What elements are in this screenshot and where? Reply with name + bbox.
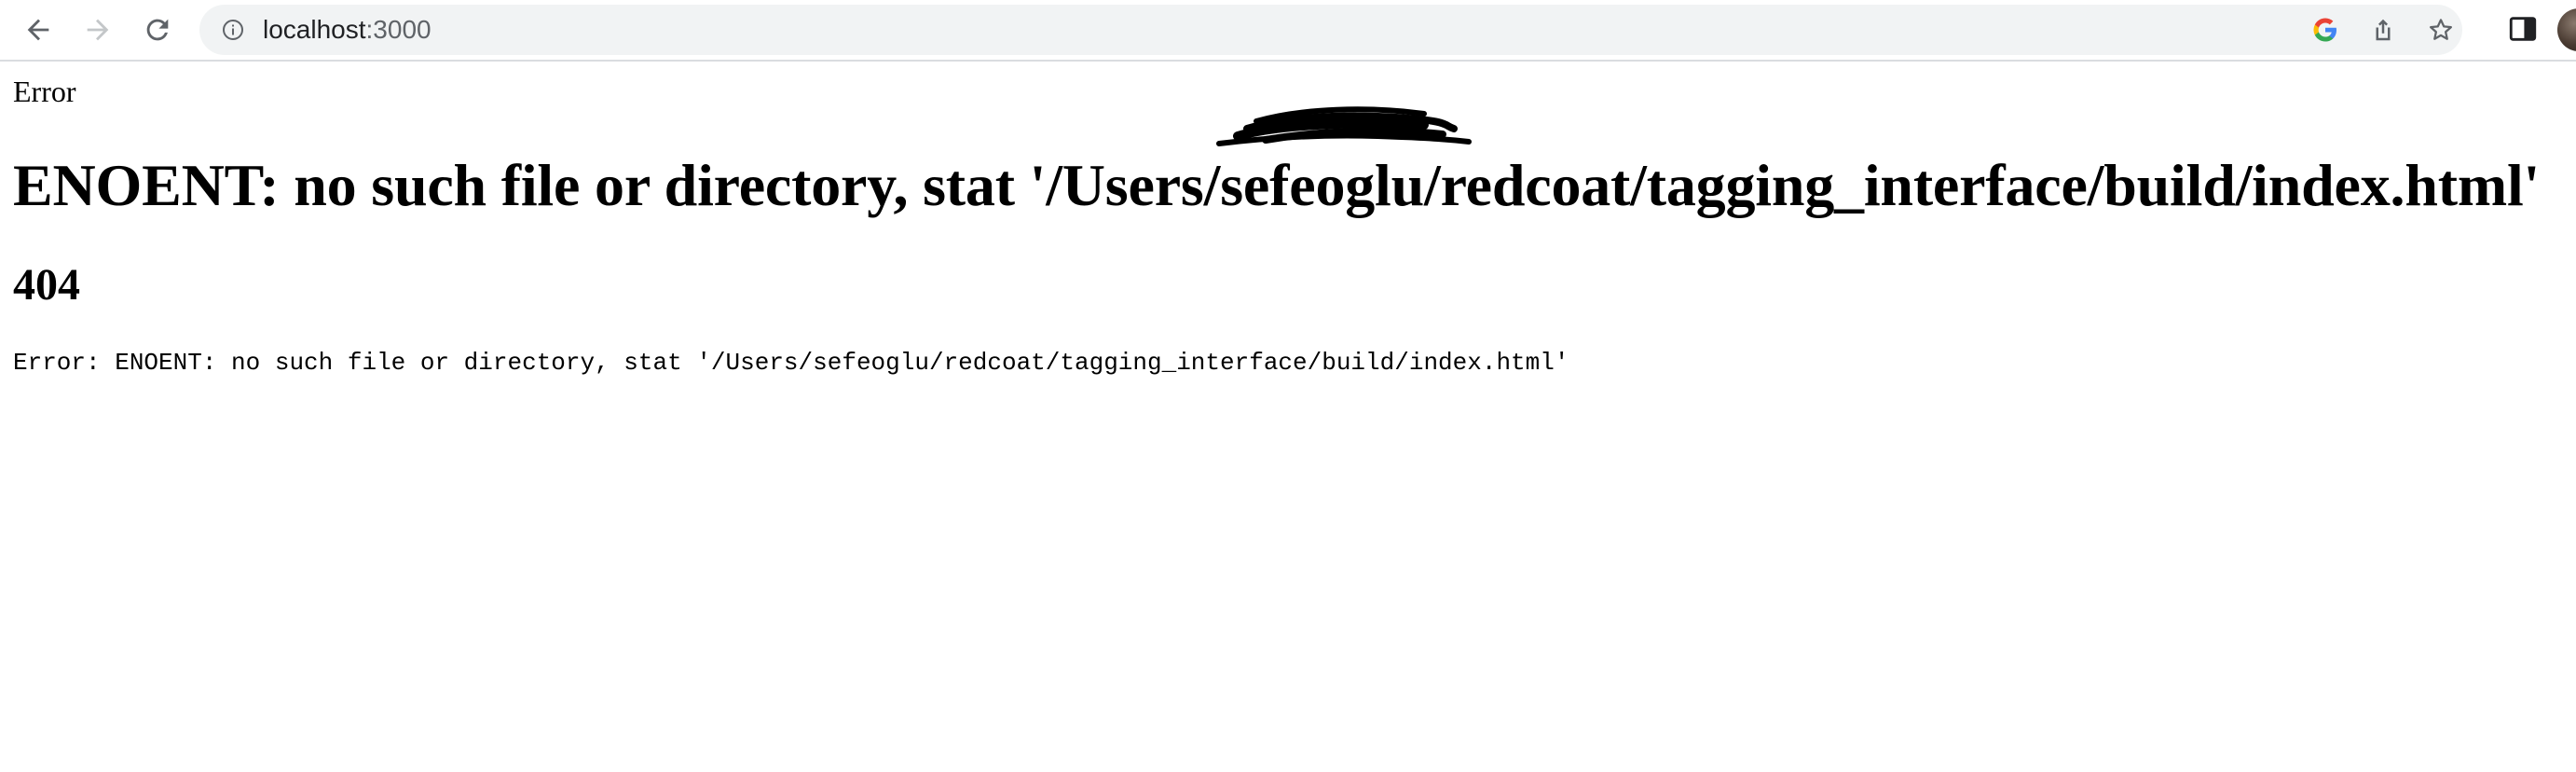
url-host: localhost (263, 15, 366, 44)
reload-icon (146, 19, 169, 41)
info-icon[interactable] (222, 19, 244, 41)
address-bar[interactable]: localhost:3000 (199, 5, 2462, 55)
forward-button[interactable] (76, 8, 119, 51)
page-content: Error ENOENT: no such file or directory,… (0, 62, 2576, 772)
arrow-left-icon (27, 19, 49, 41)
arrow-right-icon (87, 19, 109, 41)
back-button[interactable] (17, 8, 60, 51)
avatar[interactable] (2557, 8, 2576, 51)
error-label: Error (13, 75, 76, 108)
status-code: 404 (13, 260, 80, 310)
google-g-glyph (2313, 18, 2336, 42)
share-glyph (2376, 19, 2391, 41)
reload-button[interactable] (136, 8, 179, 51)
share-icon[interactable] (2367, 14, 2399, 46)
star-icon[interactable] (2425, 14, 2457, 46)
side-panel-icon[interactable] (2507, 13, 2539, 45)
star-glyph (2430, 19, 2452, 40)
url-text[interactable]: localhost:3000 (263, 5, 432, 55)
error-stack: Error: ENOENT: no such file or directory… (13, 349, 1569, 377)
url-port: :3000 (365, 15, 432, 44)
error-title: ENOENT: no such file or directory, stat … (13, 152, 2541, 218)
browser-toolbar: localhost:3000 (0, 0, 2576, 62)
google-icon[interactable] (2309, 14, 2341, 46)
